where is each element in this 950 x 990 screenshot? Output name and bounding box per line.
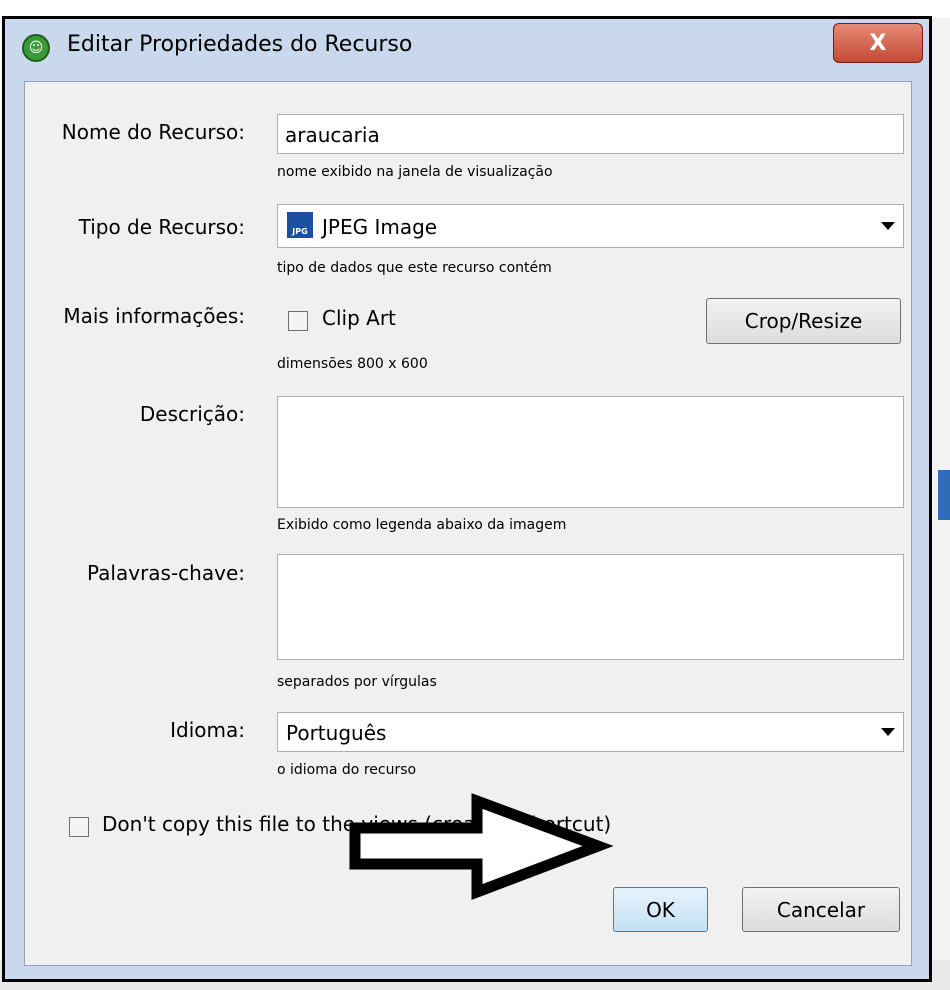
annotation-arrow-icon xyxy=(349,793,614,900)
